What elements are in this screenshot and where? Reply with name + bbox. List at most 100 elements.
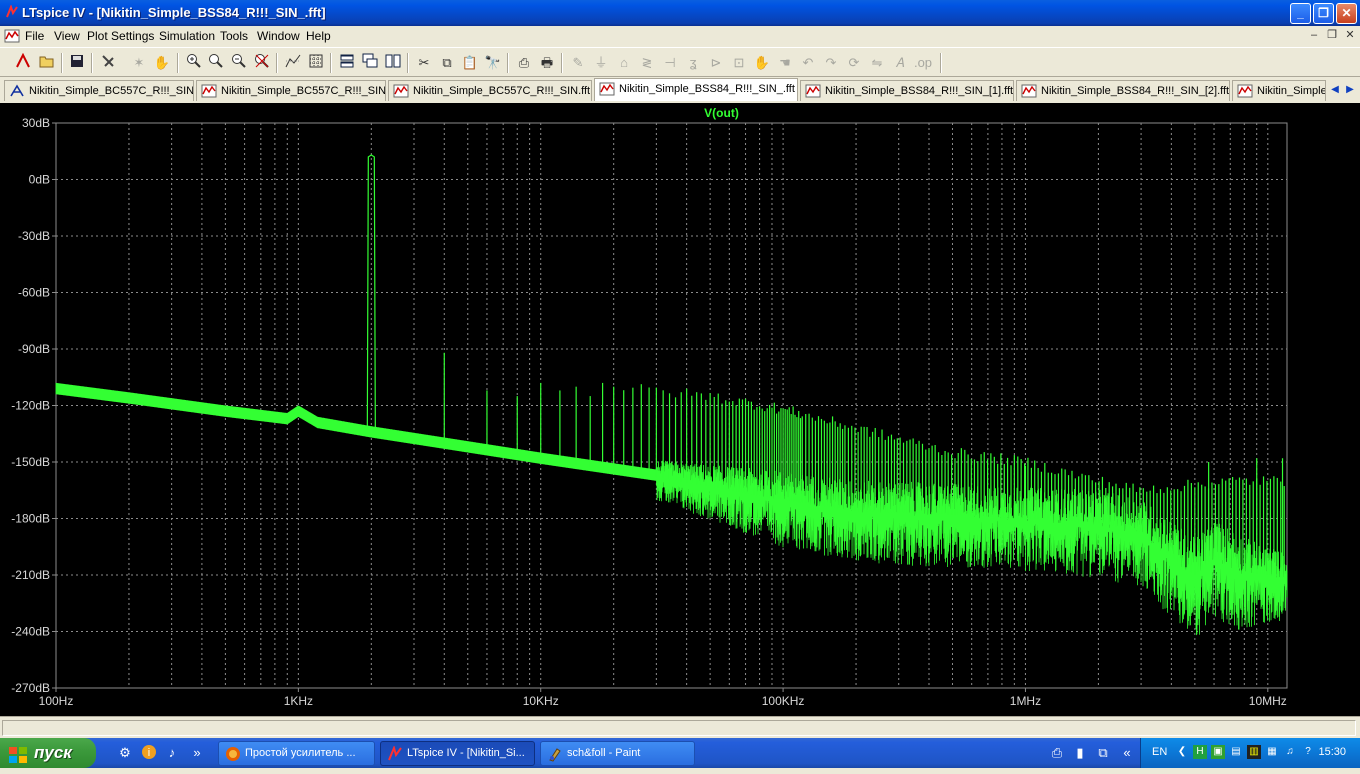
tab-scroll-left-icon[interactable]: ◀ (1328, 82, 1342, 98)
zoom-in-icon[interactable] (184, 53, 204, 73)
tray-battery-icon[interactable]: ▮ (1071, 744, 1089, 762)
tile-horizontal-icon[interactable] (337, 53, 357, 73)
tab-waveform-bc557c[interactable]: Nikitin_Simple_BC557C_R!!!_SIN (196, 80, 386, 101)
find-icon[interactable]: 🔭 (483, 53, 503, 73)
spice-directive-icon[interactable]: .op (913, 53, 933, 73)
tab-scroll-right-icon[interactable]: ▶ (1343, 82, 1357, 98)
waveform-doc-icon[interactable] (4, 28, 20, 44)
copy-icon[interactable]: ⧉ (437, 53, 457, 73)
tray-monitor-icon[interactable]: ▤ (1229, 745, 1243, 759)
tray-help-icon[interactable]: ? (1301, 745, 1315, 759)
inductor-icon[interactable]: ʓ (683, 53, 703, 73)
mdi-restore-button[interactable]: ❐ (1325, 28, 1339, 42)
grid-icon[interactable] (306, 53, 326, 73)
menu-view[interactable]: View (54, 29, 80, 43)
halt-icon[interactable]: ✋ (152, 53, 172, 73)
y-tick-label: 0dB (29, 173, 50, 187)
save-icon[interactable] (67, 53, 87, 73)
tab-waveform-bss84-fft-2[interactable]: Nikitin_Simple_BSS84_R!!!_SIN_[2].fft (1016, 80, 1230, 101)
ground-icon[interactable]: ⏚ (591, 53, 611, 73)
title-bar[interactable]: LTspice IV - [Nikitin_Simple_BSS84_R!!!_… (0, 0, 1360, 26)
menu-plot-settings[interactable]: Plot Settings (87, 29, 154, 43)
tray-printer-icon[interactable]: ⎙ (1048, 744, 1066, 762)
toolbar-separator (940, 53, 942, 73)
tab-waveform-bss84-fft-1[interactable]: Nikitin_Simple_BSS84_R!!!_SIN_[1].fft (800, 80, 1014, 101)
y-tick-label: -180dB (11, 512, 50, 526)
ltspice-app-icon[interactable] (5, 4, 19, 19)
menu-file[interactable]: File (25, 29, 44, 43)
mdi-close-button[interactable]: ✕ (1343, 28, 1357, 42)
schematic-icon (9, 84, 25, 98)
start-label: пуск (34, 743, 72, 762)
print-icon[interactable]: 🖶 (537, 53, 557, 73)
open-icon[interactable] (37, 53, 57, 73)
move-icon[interactable]: ✋ (752, 53, 772, 73)
minimize-button[interactable]: _ (1290, 3, 1311, 24)
x-tick-label: 1KHz (284, 694, 313, 708)
y-tick-label: -120dB (11, 399, 50, 413)
menu-tools[interactable]: Tools (220, 29, 248, 43)
fft-chart[interactable]: 30dB 0dB -30dB -60dB -90dB -120dB -150dB -180dB… (0, 103, 1360, 716)
window-title: LTspice IV - [Nikitin_Simple_BSS84_R!!!_… (22, 5, 326, 20)
tray-meter-icon[interactable]: ▥ (1247, 745, 1261, 759)
quicklaunch-settings-icon[interactable]: ⚙ (116, 744, 134, 762)
diode-icon[interactable]: ⊳ (706, 53, 726, 73)
cascade-icon[interactable] (360, 53, 380, 73)
ltspice-icon (387, 744, 403, 762)
control-panel-icon[interactable] (98, 53, 118, 73)
redo-icon[interactable]: ↷ (821, 53, 841, 73)
tray-display-icon[interactable]: ▦ (1265, 745, 1279, 759)
text-icon[interactable]: 𝐴 (890, 53, 910, 73)
tray-green-icon[interactable]: ▣ (1211, 745, 1225, 759)
tab-waveform-truncated[interactable]: Nikitin_Simple_ (1232, 80, 1326, 101)
toolbar-separator (177, 53, 179, 73)
paste-icon[interactable]: 📋 (460, 53, 480, 73)
wire-icon[interactable]: ✎ (568, 53, 588, 73)
tab-waveform-bss84-fft[interactable]: Nikitin_Simple_BSS84_R!!!_SIN_.fft (594, 78, 798, 101)
quicklaunch-app-icon[interactable]: ♪ (163, 744, 181, 762)
tray-arrow-icon[interactable]: ❮ (1175, 745, 1189, 759)
close-button[interactable]: ✕ (1336, 3, 1357, 24)
language-indicator[interactable]: EN (1152, 746, 1167, 758)
cut-icon[interactable]: ✂ (414, 53, 434, 73)
start-button[interactable]: пуск (0, 738, 96, 768)
mirror-icon[interactable]: ⇋ (867, 53, 887, 73)
undo-icon[interactable]: ↶ (798, 53, 818, 73)
tile-vertical-icon[interactable] (383, 53, 403, 73)
tab-label: Nikitin_Simple_BC557C_R!!!_SIN (221, 85, 386, 97)
task-paint[interactable]: sch&foll - Paint (540, 741, 695, 766)
tab-label: Nikitin_Simple_BC557C_R!!!_SIN (29, 85, 194, 97)
mdi-minimize-button[interactable]: ‒ (1307, 28, 1321, 42)
waveform-plot-pane[interactable]: 30dB 0dB -30dB -60dB -90dB -120dB -150dB -180dB… (0, 103, 1360, 716)
print-preview-icon[interactable]: ⎙ (514, 53, 534, 73)
zoom-cancel-icon[interactable] (252, 53, 272, 73)
tab-waveform-bc557c-fft[interactable]: Nikitin_Simple_BC557C_R!!!_SIN.fft (388, 80, 592, 101)
quicklaunch-info-icon[interactable]: i (140, 744, 158, 762)
capacitor-icon[interactable]: ⊣ (660, 53, 680, 73)
menu-help[interactable]: Help (306, 29, 331, 43)
drag-icon[interactable]: ☚ (775, 53, 795, 73)
tray-network-icon[interactable]: ⧉ (1094, 744, 1112, 762)
resistor-icon[interactable]: ≷ (637, 53, 657, 73)
trace-name-label[interactable]: V(out) (704, 106, 739, 120)
waveform-icon (1237, 84, 1253, 98)
tray-h-icon[interactable]: H (1193, 745, 1207, 759)
label-icon[interactable]: ⌂ (614, 53, 634, 73)
menu-simulation[interactable]: Simulation (159, 29, 215, 43)
zoom-out-icon[interactable] (229, 53, 249, 73)
tray-expand-icon[interactable]: « (1118, 744, 1136, 762)
quicklaunch-expand-icon[interactable]: » (188, 744, 206, 762)
rotate-icon[interactable]: ⟳ (844, 53, 864, 73)
restore-button[interactable]: ❐ (1313, 3, 1334, 24)
tray-volume-icon[interactable]: ♫ (1283, 745, 1297, 759)
menu-window[interactable]: Window (257, 29, 300, 43)
task-ltspice[interactable]: LTspice IV - [Nikitin_Si... (380, 741, 535, 766)
autorange-icon[interactable] (283, 53, 303, 73)
zoom-area-icon[interactable] (206, 53, 226, 73)
task-firefox[interactable]: Простой усилитель ... (218, 741, 375, 766)
tab-schematic-bc557c[interactable]: Nikitin_Simple_BC557C_R!!!_SIN (4, 80, 194, 101)
new-schematic-icon[interactable] (13, 52, 33, 73)
task-label: sch&foll - Paint (567, 747, 641, 759)
run-icon[interactable]: ✶ (129, 53, 149, 73)
component-icon[interactable]: ⊡ (729, 53, 749, 73)
